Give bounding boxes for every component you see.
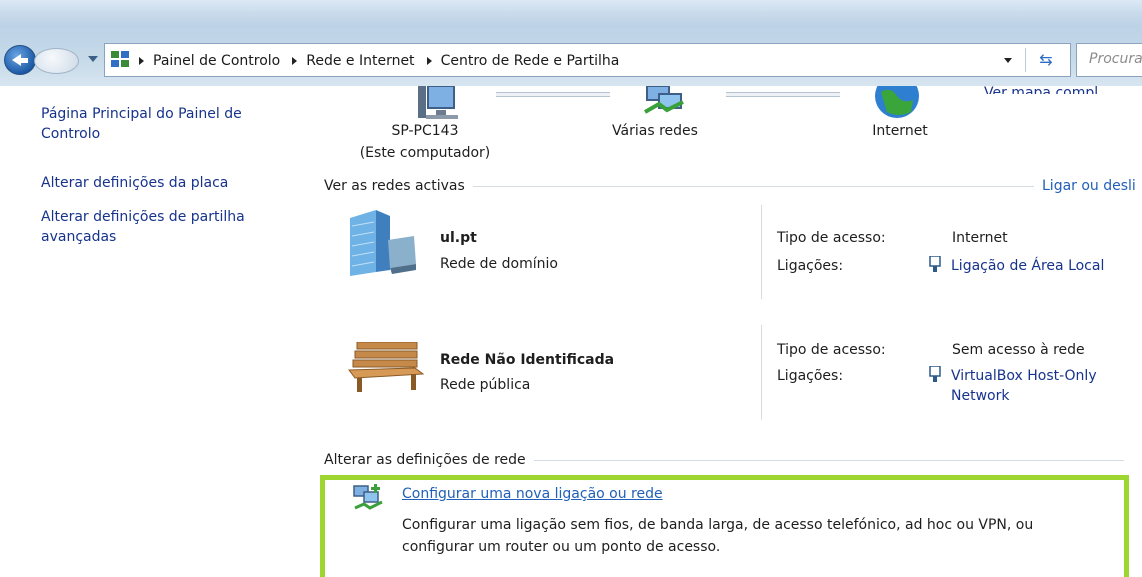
breadcrumb-control-panel[interactable]: Painel de Controlo <box>153 53 280 69</box>
forward-button[interactable] <box>34 48 79 74</box>
connection-link-line2: Network <box>951 388 1010 404</box>
nav-control-panel-home[interactable]: Página Principal do Painel de Controlo <box>41 104 281 144</box>
network-divider <box>761 325 762 420</box>
internet-label: Internet <box>872 123 928 139</box>
ethernet-plug-icon <box>929 366 941 382</box>
map-connection-line <box>496 92 610 97</box>
breadcrumb-separator-icon[interactable] <box>292 57 298 65</box>
address-dropdown-icon[interactable] <box>1004 58 1012 63</box>
search-input[interactable]: Procurar <box>1076 43 1142 77</box>
network-category: Rede de domínio <box>440 256 558 272</box>
nav-change-adapter-settings[interactable]: Alterar definições da placa <box>41 173 281 193</box>
address-divider <box>1025 48 1026 72</box>
network-name: ul.pt <box>440 230 477 246</box>
see-full-map-link[interactable]: Ver mapa compl <box>984 86 1098 94</box>
globe-icon <box>875 86 919 118</box>
new-connection-icon <box>353 484 383 510</box>
network-name: Rede Não Identificada <box>440 352 615 368</box>
breadcrumb-network-internet[interactable]: Rede e Internet <box>306 53 414 69</box>
map-connection-line <box>726 92 840 97</box>
local-area-connection-link[interactable]: Ligação de Área Local <box>951 256 1104 276</box>
active-networks-title: Ver as redes activas <box>324 176 473 196</box>
access-type-label: Tipo de acesso: <box>777 230 886 246</box>
back-button[interactable] <box>4 45 36 75</box>
breadcrumb-separator-icon[interactable] <box>426 57 432 65</box>
multiple-networks-icon <box>644 86 684 114</box>
setup-new-connection-description: Configurar uma ligação sem fios, de band… <box>402 517 1034 555</box>
computer-name: SP-PC143 <box>391 123 459 139</box>
address-bar[interactable]: Painel de Controlo Rede e Internet Centr… <box>104 43 1071 77</box>
control-panel-icon <box>111 51 129 67</box>
connections-label: Ligações: <box>777 368 844 384</box>
connect-disconnect-link[interactable]: Ligar ou desli <box>1034 176 1136 196</box>
virtualbox-connection-link[interactable]: VirtualBox Host-Only Network <box>951 366 1097 406</box>
access-type-label: Tipo de acesso: <box>777 342 886 358</box>
nav-change-advanced-sharing[interactable]: Alterar definições de partilha avançadas <box>41 207 281 247</box>
domain-network-icon <box>350 210 416 276</box>
breadcrumb-separator-icon[interactable] <box>139 57 144 65</box>
connection-link-line1: VirtualBox Host-Only <box>951 368 1097 384</box>
multiple-networks-label: Várias redes <box>612 123 698 139</box>
public-network-bench-icon <box>348 342 425 392</box>
search-placeholder: Procurar <box>1089 51 1142 67</box>
breadcrumb: Painel de Controlo Rede e Internet Centr… <box>139 50 619 72</box>
recent-pages-dropdown[interactable] <box>88 56 98 62</box>
computer-sub: (Este computador) <box>359 145 491 161</box>
access-type-value: Sem acesso à rede <box>952 342 1085 358</box>
ethernet-plug-icon <box>929 256 941 272</box>
connections-label: Ligações: <box>777 258 844 274</box>
network-divider <box>761 205 762 299</box>
breadcrumb-network-sharing-center[interactable]: Centro de Rede e Partilha <box>441 53 620 69</box>
refresh-icon[interactable]: ⇆ <box>1036 51 1056 69</box>
computer-icon <box>418 86 458 119</box>
setup-new-connection-link[interactable]: Configurar uma nova ligação ou rede <box>402 484 663 504</box>
network-category: Rede pública <box>440 377 531 393</box>
change-settings-title: Alterar as definições de rede <box>324 450 534 470</box>
access-type-value: Internet <box>952 230 1008 246</box>
